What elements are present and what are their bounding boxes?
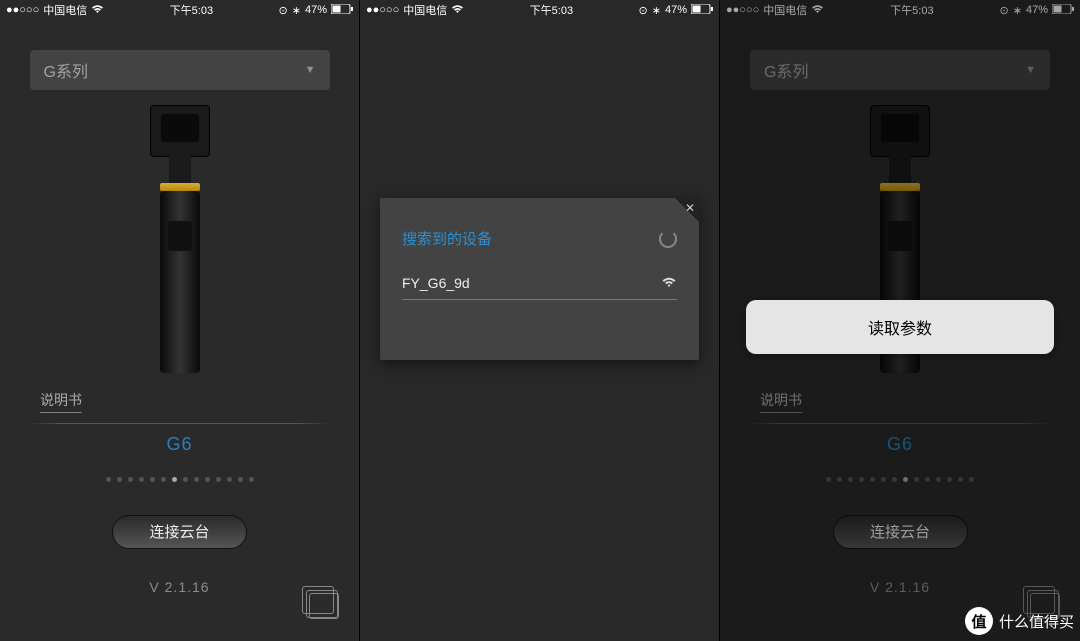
battery-icon: [691, 4, 713, 17]
series-dropdown-label: G系列: [44, 58, 88, 82]
model-label: G6: [0, 434, 359, 455]
manual-link[interactable]: 说明书: [40, 390, 82, 413]
alarm-icon: ⊙: [639, 4, 648, 17]
divider: [30, 423, 329, 424]
signal-dots-icon: ●●○○○: [366, 4, 399, 16]
watermark-text: 什么值得买: [999, 611, 1074, 632]
device-list-item[interactable]: FY_G6_9d: [402, 257, 677, 300]
bluetooth-icon: ∗: [652, 4, 661, 17]
series-dropdown[interactable]: G系列 ▼: [30, 50, 330, 90]
alarm-icon: ⊙: [279, 4, 288, 17]
watermark-badge: 值: [965, 607, 993, 635]
modal-close-corner[interactable]: ✕: [675, 198, 699, 222]
connect-button[interactable]: 连接云台: [112, 515, 247, 549]
modal-title: 搜索到的设备: [402, 228, 492, 249]
watermark: 值 什么值得买: [965, 607, 1074, 635]
battery-icon: [331, 4, 353, 17]
clock-label: 下午5:03: [530, 2, 573, 18]
status-bar: ●●○○○ 中国电信 下午5:03 ⊙ ∗ 47%: [0, 0, 359, 20]
device-search-modal: ✕ 搜索到的设备 FY_G6_9d: [380, 198, 699, 360]
carrier-label: 中国电信: [43, 2, 87, 18]
bluetooth-icon: ∗: [292, 4, 301, 17]
wifi-icon: [661, 275, 677, 291]
spinner-icon: [659, 230, 677, 248]
battery-percent: 47%: [665, 4, 687, 16]
wifi-icon: [451, 4, 464, 17]
carrier-label: 中国电信: [403, 2, 447, 18]
gallery-icon[interactable]: [309, 593, 339, 619]
close-icon: ✕: [685, 201, 695, 215]
screen-loading: ●●○○○ 中国电信 下午5:03 ⊙ ∗ 47% G系列 ▼: [720, 0, 1080, 641]
battery-percent: 47%: [305, 4, 327, 16]
clock-label: 下午5:03: [170, 2, 213, 18]
status-bar: ●●○○○ 中国电信 下午5:03 ⊙ ∗ 47%: [360, 0, 719, 20]
device-name: FY_G6_9d: [402, 275, 470, 291]
wifi-icon: [91, 4, 104, 17]
signal-dots-icon: ●●○○○: [6, 4, 39, 16]
product-image: [0, 90, 359, 390]
screen-search: ●●○○○ 中国电信 下午5:03 ⊙ ∗ 47% ✕ 搜索到的设备: [360, 0, 720, 641]
pagination-dots[interactable]: [0, 469, 359, 487]
screen-home: ●●○○○ 中国电信 下午5:03 ⊙ ∗ 47% G系列 ▼: [0, 0, 360, 641]
toast-text: 读取参数: [868, 315, 932, 339]
chevron-down-icon: ▼: [305, 64, 316, 76]
loading-toast: 读取参数: [746, 300, 1054, 354]
